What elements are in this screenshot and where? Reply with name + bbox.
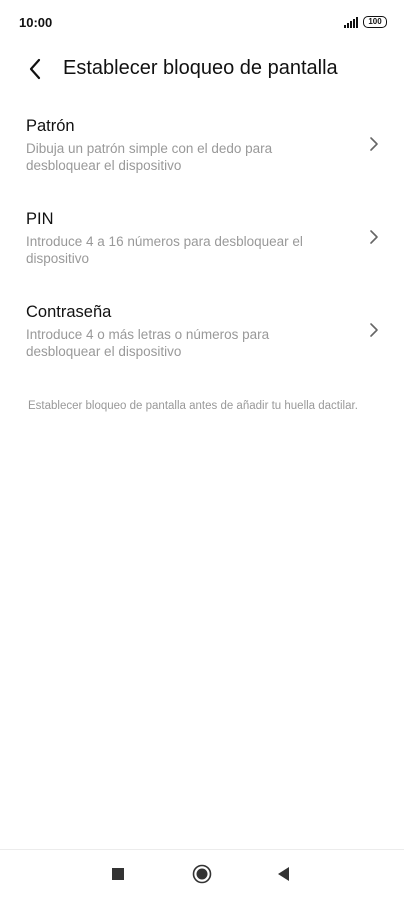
signal-icon [344, 16, 358, 28]
chevron-right-icon [370, 323, 378, 337]
home-button[interactable] [188, 860, 216, 888]
status-icons: 100 [344, 16, 387, 28]
back-nav-button[interactable] [270, 860, 298, 888]
battery-icon: 100 [363, 16, 387, 28]
chevron-left-icon [29, 58, 41, 80]
page-title: Establecer bloqueo de pantalla [63, 57, 338, 79]
battery-level: 100 [368, 17, 382, 26]
option-title: PIN [26, 210, 54, 228]
navigation-bar [0, 849, 404, 897]
option-description: Introduce 4 a 16 números para desbloquea… [26, 234, 303, 266]
chevron-right-icon [370, 137, 378, 151]
status-time: 10:00 [19, 15, 53, 30]
option-description: Introduce 4 o más letras o números para … [26, 327, 270, 359]
back-button[interactable] [20, 54, 50, 84]
header: Establecer bloqueo de pantalla [0, 50, 404, 90]
status-bar: 10:00 100 [0, 0, 404, 44]
option-pattern[interactable]: Patrón Dibuja un patrón simple con el de… [0, 104, 404, 197]
option-description: Dibuja un patrón simple con el dedo para… [26, 141, 273, 173]
option-title: Contraseña [26, 303, 112, 321]
chevron-right-icon [370, 230, 378, 244]
fingerprint-hint: Establecer bloqueo de pantalla antes de … [28, 400, 358, 412]
circle-icon [192, 864, 212, 884]
option-pin[interactable]: PIN Introduce 4 a 16 números para desblo… [0, 197, 404, 290]
option-title: Patrón [26, 117, 75, 135]
option-password[interactable]: Contraseña Introduce 4 o más letras o nú… [0, 290, 404, 383]
square-icon [112, 868, 124, 880]
triangle-back-icon [278, 867, 289, 881]
recents-button[interactable] [104, 860, 132, 888]
lock-options-list: Patrón Dibuja un patrón simple con el de… [0, 104, 404, 383]
